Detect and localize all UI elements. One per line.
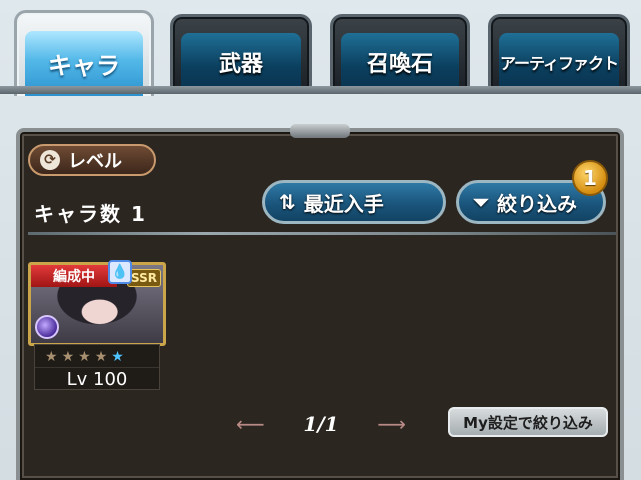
character-card[interactable]: 編成中 SSR 💧 ★ ★ ★ ★ ★ Lv 100: [28, 260, 166, 390]
rarity-badge: SSR: [127, 269, 161, 287]
prev-page-icon[interactable]: ⟵: [236, 412, 265, 436]
page-indicator: 1/1: [303, 412, 339, 436]
star-icon: ★: [78, 349, 91, 365]
character-portrait: 編成中 SSR: [28, 262, 166, 346]
tab-summons-label: 召喚石: [341, 33, 459, 90]
character-info: ★ ★ ★ ★ ★ Lv 100: [34, 344, 160, 390]
tab-artifacts-label: アーティファクト: [499, 33, 619, 90]
divider: [28, 232, 616, 235]
sort-label: レベル: [68, 151, 122, 172]
tab-artifacts[interactable]: アーティファクト: [488, 14, 630, 90]
star-icon-blue: ★: [111, 349, 124, 365]
character-count: キャラ数 1: [34, 198, 147, 227]
uncap-stars: ★ ★ ★ ★ ★: [45, 349, 124, 365]
character-count-value: 1: [130, 202, 147, 226]
tab-weapons[interactable]: 武器: [170, 14, 312, 90]
cycle-icon: ⟳: [40, 150, 60, 170]
character-level: Lv 100: [35, 367, 159, 390]
filter-label: 絞り込み: [497, 191, 577, 216]
star-icon: ★: [45, 349, 58, 365]
sort-level-button[interactable]: ⟳ レベル: [28, 144, 156, 176]
next-page-icon[interactable]: ⟶: [377, 412, 406, 436]
level-value: 100: [93, 368, 128, 390]
recent-acquired-button[interactable]: ⇅ 最近入手: [262, 180, 446, 224]
star-icon: ★: [61, 349, 75, 365]
star-icon: ★: [94, 349, 108, 365]
recent-acquired-label: 最近入手: [303, 191, 384, 216]
sort-arrows-icon: ⇅: [279, 190, 296, 214]
tab-weapons-label: 武器: [181, 33, 301, 90]
tab-summons[interactable]: 召喚石: [330, 14, 470, 90]
filter-count-badge: 1: [572, 160, 608, 196]
skill-orb-icon: [35, 315, 59, 339]
character-count-label: キャラ数: [34, 202, 122, 226]
pagination: ⟵ 1/1 ⟶: [236, 410, 406, 438]
my-settings-filter-button[interactable]: My設定で絞り込み: [448, 407, 608, 437]
tab-strip: [0, 86, 641, 94]
in-party-ribbon: 編成中: [31, 265, 117, 287]
filter-funnel-icon: ⏷: [473, 190, 489, 214]
tab-characters[interactable]: キャラ: [14, 10, 154, 96]
water-drop-icon: 💧: [108, 260, 132, 284]
panel-ornament: [290, 124, 350, 138]
level-label: Lv: [66, 368, 88, 390]
